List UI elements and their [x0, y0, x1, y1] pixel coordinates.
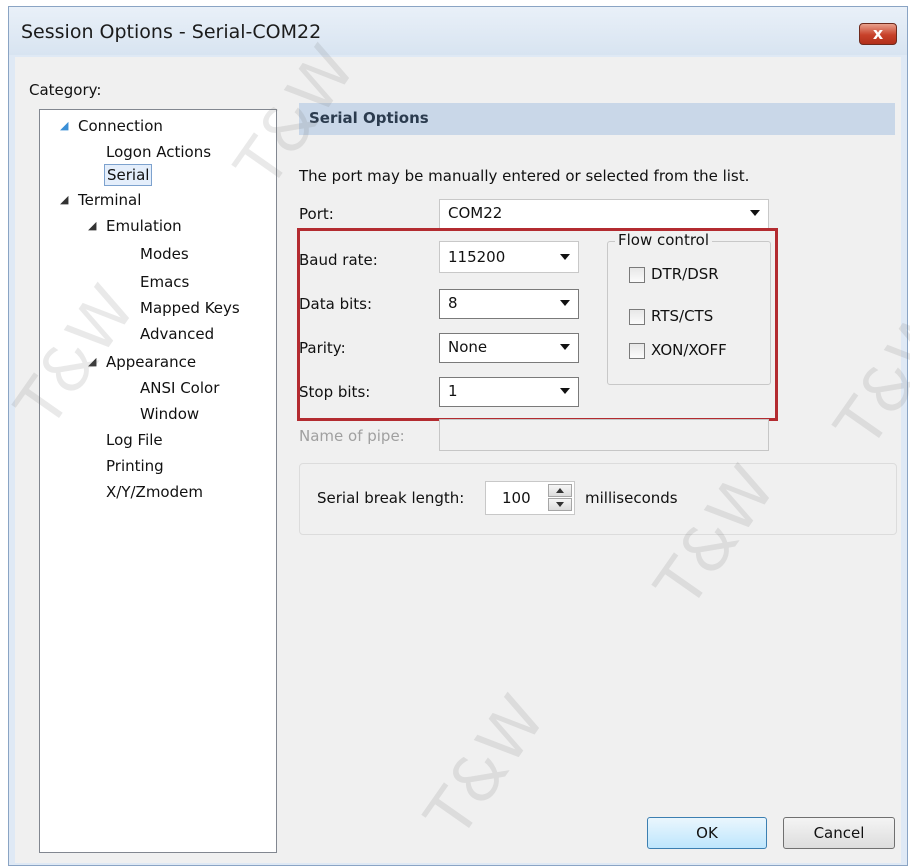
tree-item-connection[interactable]: ◢ Connection: [60, 116, 165, 136]
port-value: COM22: [448, 204, 503, 222]
tree-item-logon-actions[interactable]: Logon Actions: [104, 142, 213, 162]
pipe-label: Name of pipe:: [299, 427, 405, 445]
serial-break-label: Serial break length:: [317, 489, 465, 507]
port-combobox[interactable]: COM22: [439, 199, 769, 229]
expand-icon[interactable]: ◢: [88, 216, 96, 236]
tree-item-window[interactable]: Window: [138, 404, 201, 424]
cancel-button[interactable]: Cancel: [783, 817, 895, 849]
close-button[interactable]: x: [859, 23, 897, 45]
section-header-title: Serial Options: [309, 109, 429, 127]
window-title: Session Options - Serial-COM22: [21, 21, 322, 43]
tree-item-advanced[interactable]: Advanced: [138, 324, 216, 344]
tree-item-log-file[interactable]: Log File: [104, 430, 165, 450]
section-header: Serial Options: [299, 103, 895, 135]
highlight-annotation: [297, 228, 778, 421]
port-label: Port:: [299, 205, 334, 223]
pipe-input[interactable]: [439, 419, 769, 451]
spinner-buttons: [548, 484, 572, 512]
category-label: Category:: [29, 81, 102, 99]
tree-item-emacs[interactable]: Emacs: [138, 272, 191, 292]
serial-break-unit: milliseconds: [585, 489, 678, 507]
tree-item-xyz-modem[interactable]: X/Y/Zmodem: [104, 482, 205, 502]
expand-icon[interactable]: ◢: [60, 116, 68, 136]
spin-up-icon[interactable]: [548, 484, 572, 497]
tree-item-emulation[interactable]: ◢ Emulation: [88, 216, 184, 236]
session-options-window: Session Options - Serial-COM22 x Categor…: [8, 6, 908, 866]
serial-break-spinner[interactable]: 100: [485, 481, 575, 515]
tree-item-terminal[interactable]: ◢ Terminal: [60, 190, 143, 210]
close-icon: x: [872, 24, 884, 43]
spin-down-icon[interactable]: [548, 498, 572, 511]
tree-item-appearance[interactable]: ◢ Appearance: [88, 352, 198, 372]
serial-break-value[interactable]: 100: [502, 489, 531, 507]
port-description: The port may be manually entered or sele…: [299, 167, 750, 185]
dialog-client-area: Category: ◢ Connection Logon Actions Ser…: [15, 57, 901, 863]
tree-item-ansi-color[interactable]: ANSI Color: [138, 378, 221, 398]
serial-options-panel: Serial Options The port may be manually …: [291, 57, 901, 863]
tree-item-serial[interactable]: Serial: [104, 164, 153, 186]
title-bar: Session Options - Serial-COM22 x: [9, 7, 907, 55]
tree-item-printing[interactable]: Printing: [104, 456, 166, 476]
tree-item-mapped-keys[interactable]: Mapped Keys: [138, 298, 242, 318]
ok-button[interactable]: OK: [647, 817, 767, 849]
tree-item-modes[interactable]: Modes: [138, 244, 191, 264]
chevron-down-icon[interactable]: [750, 210, 760, 216]
category-tree[interactable]: ◢ Connection Logon Actions Serial ◢ Term…: [39, 109, 277, 853]
expand-icon[interactable]: ◢: [88, 352, 96, 372]
expand-icon[interactable]: ◢: [60, 190, 68, 210]
